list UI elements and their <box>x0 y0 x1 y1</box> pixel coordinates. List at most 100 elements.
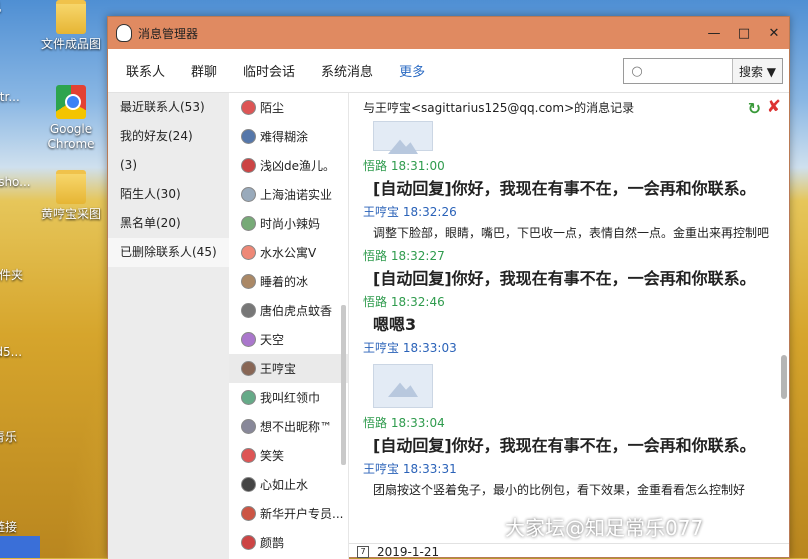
avatar-icon <box>241 303 256 318</box>
desktop-icon[interactable]: ad5... <box>0 345 50 360</box>
tab-more[interactable]: 更多 <box>399 61 425 80</box>
contact-item[interactable]: 我叫红领巾 <box>229 383 348 412</box>
group-item[interactable]: 最近联系人(53) <box>108 93 229 122</box>
tab-temp-session[interactable]: 临时会话 <box>243 61 295 80</box>
contact-item[interactable]: 天空 <box>229 325 348 354</box>
message-manager-window: 消息管理器 — □ ✕ 联系人 群聊 临时会话 系统消息 更多 ○ 搜索 ▼ 最… <box>107 16 790 559</box>
contact-name: 浅凶de渔儿。 <box>260 159 336 173</box>
desktop-icon-label: 机 <box>0 0 1 14</box>
contact-item[interactable]: 王哼宝 <box>229 354 348 383</box>
folder-icon <box>56 0 86 34</box>
contact-name: 时尚小辣妈 <box>260 217 321 231</box>
avatar-icon <box>241 477 256 492</box>
avatar-icon <box>241 419 256 434</box>
desktop-icon[interactable]: 文件成品图 <box>26 0 116 52</box>
group-item[interactable]: 我的好友(24) <box>108 122 229 151</box>
close-button[interactable]: ✕ <box>759 17 789 49</box>
taskbar-fragment <box>0 536 40 558</box>
desktop-icon[interactable]: 链接 <box>0 520 50 535</box>
group-item[interactable]: (3) <box>108 151 229 180</box>
maximize-button[interactable]: □ <box>729 17 759 49</box>
tab-contacts[interactable]: 联系人 <box>126 61 165 80</box>
watermark: 大家坛@知足常乐077 <box>505 516 704 540</box>
message-text: [自动回复]你好，我现在有事不在，一会再和你联系。 <box>373 179 756 198</box>
avatar-icon <box>241 129 256 144</box>
avatar-icon <box>241 332 256 347</box>
image-thumbnail[interactable] <box>373 121 433 151</box>
search-box: ○ 搜索 ▼ <box>623 58 783 84</box>
contact-item[interactable]: 唐伯虎点蚊香 <box>229 296 348 325</box>
desktop-icon[interactable]: 文件夹 <box>0 268 50 283</box>
avatar-icon <box>241 216 256 231</box>
date-bar: 7 2019-1-21 <box>349 543 789 559</box>
message-text: [自动回复]你好，我现在有事不在，一会再和你联系。 <box>373 436 756 455</box>
contact-item[interactable]: 上海油诺实业 <box>229 180 348 209</box>
message-text: 调整下脸部，眼睛，嘴巴，下巴收一点，表情自然一点。金重出来再控制吧 <box>373 226 770 240</box>
contact-item[interactable]: 睡着的冰 <box>229 267 348 296</box>
tab-system-messages[interactable]: 系统消息 <box>321 61 373 80</box>
contact-item[interactable]: 时尚小辣妈 <box>229 209 348 238</box>
message-list: 悟路 18:31:00 [自动回复]你好，我现在有事不在，一会再和你联系。 王哼宝 … <box>349 121 777 516</box>
desktop-icon-label: 黄哼宝采图 <box>40 207 101 221</box>
search-button[interactable]: 搜索 ▼ <box>732 59 782 83</box>
contact-name: 上海油诺实业 <box>260 188 333 202</box>
contact-name: 新华开户专员... <box>260 507 344 521</box>
refresh-icon[interactable]: ↻ <box>748 99 761 118</box>
qq-logo-icon <box>116 24 132 42</box>
folder-icon <box>56 170 86 204</box>
contact-name: 想不出昵称™ <box>260 420 333 434</box>
contact-item[interactable]: 陌尘 <box>229 93 348 122</box>
avatar-icon <box>241 100 256 115</box>
message-sender-time: 王哼宝 18:33:03 <box>363 341 457 355</box>
avatar-icon <box>241 535 256 550</box>
contact-list-scrollbar[interactable] <box>341 305 346 465</box>
contact-name: 我叫红领巾 <box>260 391 321 405</box>
desktop-icon-label: 文件夹 <box>0 268 23 282</box>
desktop-icon[interactable]: 黄哼宝采图 <box>26 170 116 222</box>
contact-item[interactable]: 浅凶de渔儿。 <box>229 151 348 180</box>
message-sender-time: 悟路 18:33:04 <box>363 416 445 430</box>
contact-item[interactable]: 水水公寓V <box>229 238 348 267</box>
contact-item[interactable]: 心如止水 <box>229 470 348 499</box>
contact-item[interactable]: 颜鹊 <box>229 528 348 557</box>
desktop-icon-label: ad5... <box>0 345 23 359</box>
message-sender-time: 王哼宝 18:33:31 <box>363 462 457 476</box>
desktop-icon-label: 文件成品图 <box>40 37 101 51</box>
contact-name: 水水公寓V <box>260 246 317 260</box>
contact-name: 心如止水 <box>260 478 309 492</box>
minimize-button[interactable]: — <box>699 17 729 49</box>
contact-list: 陌尘 难得糊涂浅凶de渔儿。 上海油诺实业 时尚小辣妈水水公寓V 睡着的冰唐伯虎点蚊香天… <box>229 93 349 559</box>
window-title: 消息管理器 <box>138 26 199 41</box>
chrome-icon <box>56 85 86 119</box>
desktop-icon[interactable]: Google Chrome <box>26 85 116 152</box>
group-item[interactable]: 已删除联系人(45) <box>108 238 229 267</box>
message-record-panel: 与王哼宝<sagittarius125@qq.com>的消息记录 ↻ ✘ 悟路 … <box>349 93 789 559</box>
category-toolbar: 联系人 群聊 临时会话 系统消息 更多 ○ 搜索 ▼ <box>108 49 789 93</box>
message-scrollbar[interactable] <box>781 355 787 399</box>
calendar-icon[interactable]: 7 <box>357 545 369 558</box>
contact-name: 颜鹊 <box>260 536 285 550</box>
message-sender-time: 悟路 18:31:00 <box>363 159 445 173</box>
contact-name: 笑笑 <box>260 449 285 463</box>
avatar-icon <box>241 448 256 463</box>
group-item[interactable]: 陌生人(30) <box>108 180 229 209</box>
image-thumbnail[interactable] <box>373 364 433 408</box>
record-date: 2019-1-21 <box>377 544 440 559</box>
contact-item[interactable]: 想不出昵称™ <box>229 412 348 441</box>
contact-name: 唐伯虎点蚊香 <box>260 304 333 318</box>
contact-item[interactable]: 新华开户专员... <box>229 499 348 528</box>
avatar-icon <box>241 187 256 202</box>
tab-group-chat[interactable]: 群聊 <box>191 61 217 80</box>
message-text: [自动回复]你好，我现在有事不在，一会再和你联系。 <box>373 269 756 288</box>
search-input[interactable] <box>650 59 732 83</box>
avatar-icon <box>241 506 256 521</box>
delete-icon[interactable]: ✘ <box>767 97 781 117</box>
contact-item[interactable]: 难得糊涂 <box>229 122 348 151</box>
contact-item[interactable]: 笑笑 <box>229 441 348 470</box>
group-item[interactable]: 黑名单(20) <box>108 209 229 238</box>
contact-name: 王哼宝 <box>260 362 297 376</box>
desktop-icon[interactable]: 青乐 <box>0 430 50 445</box>
contact-name: 睡着的冰 <box>260 275 309 289</box>
avatar-icon <box>241 390 256 405</box>
avatar-icon <box>241 245 256 260</box>
